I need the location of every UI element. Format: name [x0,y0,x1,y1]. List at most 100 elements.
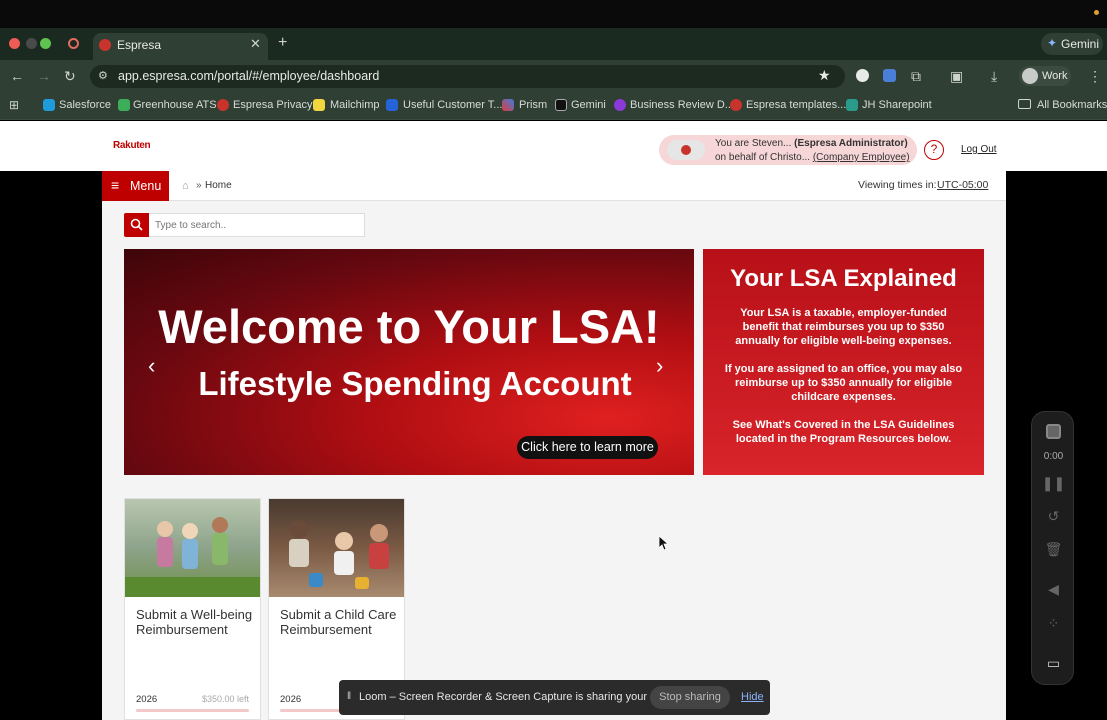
delete-icon[interactable]: 🗑 [1032,541,1075,558]
carousel-prev-icon[interactable]: ‹ [148,353,155,379]
volume-icon[interactable]: ◀ [1032,581,1075,598]
explained-paragraph-3: See What's Covered in the LSA Guidelines… [732,419,955,445]
minimize-window-icon[interactable] [26,38,37,49]
site-settings-icon[interactable]: ⚙ [98,69,108,82]
hamburger-icon: ≡ [111,177,120,193]
hero-subtitle: Lifestyle Spending Account [198,365,632,402]
extensions-puzzle-icon[interactable]: ⧉ [911,68,921,85]
restart-icon[interactable]: ↺ [1032,508,1075,525]
browser-top-bar [0,0,1107,28]
screen-share-bar: ‖ Loom – Screen Recorder & Screen Captur… [339,680,770,715]
search-icon [130,218,143,231]
camera-icon[interactable]: ▭ [1032,655,1075,672]
espresa-icon [217,99,229,111]
bookmark-greenhouse[interactable]: Greenhouse ATS [133,99,217,111]
children-illustration [289,520,389,589]
runners-illustration [125,517,260,597]
recording-timer: 0:00 [1043,451,1064,462]
viewing-times-label: Viewing times in: [858,179,937,191]
childcare-card-title: Submit a Child Care Reimbursement [280,607,397,637]
gemini-label: Gemini [1061,37,1100,51]
bookmark-star-icon[interactable]: ★ [818,67,831,84]
extension-blue-icon[interactable] [883,69,896,82]
logout-link[interactable]: Log Out [961,144,997,155]
reload-icon[interactable]: ↻ [64,68,76,85]
profile-label: Work [1042,70,1068,82]
apps-grid-icon[interactable]: ⊞ [9,98,19,112]
bookmark-mailchimp[interactable]: Mailchimp [330,99,380,111]
all-bookmarks[interactable]: All Bookmarks [1037,99,1107,111]
download-icon[interactable]: ⤓ [991,68,997,85]
menu-button[interactable]: ≡ Menu [102,171,169,201]
explained-paragraph-2: If you are assigned to an office, you ma… [724,363,963,403]
mailchimp-icon [313,99,325,111]
recording-icon [68,38,79,49]
forward-icon[interactable]: → [37,68,51,84]
espresa-favicon-icon [99,39,111,51]
bookmark-jh-sharepoint[interactable]: JH Sharepoint [862,99,932,111]
impersonation-line2: on behalf of Christo... (Company Employe… [715,152,910,163]
explained-title: Your LSA Explained [730,265,957,292]
timezone-link[interactable]: UTC-05:00 [937,179,988,191]
gemini-bookmark-icon [555,99,567,111]
nav-bar: ⌂ » Home Viewing times in: UTC-05:00 [102,171,1006,201]
pause-icon[interactable]: ❚❚ [1032,475,1075,492]
new-tab-button[interactable]: + [278,34,287,52]
rakuten-logo[interactable]: Rakuten [113,140,151,151]
avatar [1022,68,1038,84]
bookmark-espresa-templates[interactable]: Espresa templates... [746,99,846,111]
wellbeing-card[interactable]: Submit a Well-being Reimbursement 2026 $… [124,498,261,720]
learn-more-button[interactable]: Click here to learn more [517,436,658,459]
sharepoint-icon [846,99,858,111]
wellbeing-card-year: 2026 [136,694,158,705]
site-header: Rakuten You are Steven... (Espresa Admin… [0,121,1107,171]
tab-espresa[interactable]: Espresa ✕ [93,33,268,60]
greenhouse-icon [118,99,130,111]
dots-icon[interactable]: ⁘ [1032,615,1075,632]
hide-button[interactable]: Hide [741,691,764,703]
close-window-icon[interactable] [9,38,20,49]
wellbeing-image [125,499,260,597]
tab-search-icon[interactable]: ▣ [950,68,963,85]
stop-recording-icon[interactable] [1046,424,1061,439]
impersonation-line1: You are Steven... (Espresa Administrator… [715,138,908,149]
bookmark-business-review[interactable]: Business Review D... [630,99,734,111]
extension-icon[interactable] [856,69,869,82]
back-icon[interactable]: ← [10,68,24,84]
childcare-card-year: 2026 [280,694,302,705]
pause-handle-icon[interactable]: ‖ [347,691,351,702]
carousel-next-icon[interactable]: › [656,353,663,379]
espresa-templates-icon [730,99,742,111]
home-icon[interactable]: ⌂ [182,180,189,192]
breadcrumb-home[interactable]: Home [205,180,232,191]
stop-sharing-button[interactable]: Stop sharing [650,686,730,709]
tab-title: Espresa [117,38,162,52]
address-bar[interactable]: ⚙ app.espresa.com/portal/#/employee/dash… [90,65,845,88]
search-input[interactable] [149,213,365,237]
bookmark-espresa-privacy[interactable]: Espresa Privacy [233,99,312,111]
confluence-icon [386,99,398,111]
bookmark-gemini[interactable]: Gemini [571,99,606,111]
folder-icon [1018,99,1031,109]
salesforce-icon [43,99,55,111]
explained-paragraph-1: Your LSA is a taxable, employer-funded b… [735,307,952,347]
bookmark-prism[interactable]: Prism [519,99,547,111]
profile-button[interactable]: Work [1019,66,1071,86]
more-menu-icon[interactable]: ⋮ [1088,68,1102,85]
business-review-icon [614,99,626,111]
search-button[interactable] [124,213,149,237]
close-tab-icon[interactable]: ✕ [250,36,261,52]
hero-carousel[interactable]: Welcome to Your LSA! Lifestyle Spending … [124,249,694,475]
share-message: Loom – Screen Recorder & Screen Capture … [359,691,687,703]
mouse-cursor-icon [659,536,669,550]
loom-recorder-panel: 0:00 ❚❚ ↺ 🗑 ◀ ⁘ ▭ [1031,411,1074,685]
bookmark-salesforce[interactable]: Salesforce [59,99,111,111]
childcare-balance-bar [280,709,340,712]
bookmark-useful-customer[interactable]: Useful Customer T... [403,99,502,111]
maximize-window-icon[interactable] [40,38,51,49]
breadcrumb-separator: » [196,180,202,191]
lsa-explained-panel: Your LSA Explained Your LSA is a taxable… [703,249,984,475]
gemini-button[interactable]: ✦ Gemini [1041,33,1103,55]
help-icon[interactable]: ? [924,140,944,160]
impersonation-icon [681,145,691,155]
